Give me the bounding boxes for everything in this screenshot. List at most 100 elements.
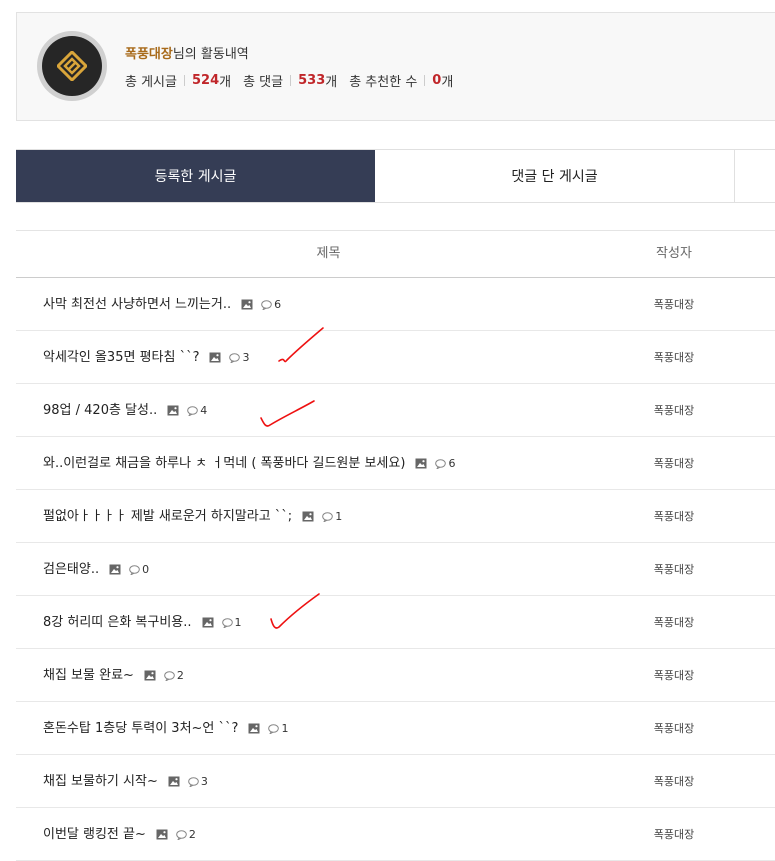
post-title-cell: 이번달 랭킹전 끝~ 2 (43, 808, 196, 861)
avatar-frame (42, 36, 102, 96)
post-title-cell: 검은태양.. 0 (43, 543, 149, 596)
post-title-cell: 펄없아ㅏㅏㅏㅏ 제발 새로운거 하지말라고 ``; 1 (43, 490, 342, 543)
post-title-link[interactable]: 사막 최전선 사냥하면서 느끼는거.. (43, 278, 231, 331)
comment-icon (229, 352, 241, 363)
author-cell[interactable]: 폭풍대장 (639, 596, 709, 649)
post-title-link[interactable]: 혼돈수탑 1층당 투력이 3처~언 ``? (43, 702, 238, 755)
post-title-link[interactable]: 채집 보물 완료~ (43, 649, 134, 702)
post-title-cell: 악세각인 올35면 평타침 ``? 3 (43, 331, 249, 384)
author-cell[interactable]: 폭풍대장 (639, 755, 709, 808)
column-header-title: 제목 (316, 246, 341, 261)
author-cell[interactable]: 폭풍대장 (639, 808, 709, 861)
comment-icon (322, 511, 334, 522)
likes-label: 총 추천한 수 (349, 75, 418, 90)
post-title-link[interactable]: 검은태양.. (43, 543, 99, 596)
tab-registered-posts[interactable]: 등록한 게시글 (16, 150, 375, 202)
comments-label: 총 댓글 (243, 75, 284, 90)
table-row[interactable]: 사막 최전선 사냥하면서 느끼는거.. 6 폭풍대장 (16, 278, 775, 331)
post-title-cell: 와..이런걸로 채금을 하루나 ㅊ ㅓ먹네 ( 폭풍바다 길드원분 보세요) 6 (43, 437, 455, 490)
comment-count: 1 (281, 722, 289, 735)
comment-count: 4 (200, 404, 208, 417)
author-cell[interactable]: 폭풍대장 (639, 437, 709, 490)
author-cell[interactable]: 폭풍대장 (639, 384, 709, 437)
image-icon (167, 405, 179, 416)
posts-unit: 개 (219, 75, 232, 90)
image-icon (156, 829, 168, 840)
likes-unit: 개 (441, 75, 454, 90)
comments-unit: 개 (325, 75, 338, 90)
author-cell[interactable]: 폭풍대장 (639, 331, 709, 384)
comment-count: 1 (234, 616, 242, 629)
comment-icon (261, 299, 272, 310)
likes-count: 0 (432, 73, 442, 88)
author-cell[interactable]: 폭풍대장 (639, 278, 709, 331)
post-title-cell: 사막 최전선 사냥하면서 느끼는거.. 6 (43, 278, 281, 331)
image-icon (209, 352, 221, 363)
table-row[interactable]: 이번달 랭킹전 끝~ 2 폭풍대장 (16, 808, 775, 861)
divider (183, 75, 185, 86)
comment-count: 3 (242, 351, 250, 364)
author-cell[interactable]: 폭풍대장 (639, 543, 709, 596)
table-row[interactable]: 채집 보물하기 시작~ 3 폭풍대장 (16, 755, 775, 808)
post-table: 제목 작성자 사막 최전선 사냥하면서 느끼는거.. 6 폭풍대장 악세각인 올35면… (16, 230, 775, 861)
post-title-cell: 98업 / 420층 달성.. 4 (43, 384, 207, 437)
profile-stats: 총 게시글 524 개 총 댓글 533 개 총 추천한 수 0개 (125, 71, 453, 90)
comment-count: 6 (274, 298, 282, 311)
table-row[interactable]: 8강 허리띠 은화 복구비용.. 1 폭풍대장 (16, 596, 775, 649)
comment-icon (221, 617, 233, 628)
post-title-link[interactable]: 채집 보물하기 시작~ (43, 755, 158, 808)
table-row[interactable]: 혼돈수탑 1층당 투력이 3처~언 ``? 1 폭풍대장 (16, 702, 775, 755)
posts-count: 524 (191, 73, 220, 88)
post-title-link[interactable]: 악세각인 올35면 평타침 ``? (43, 331, 199, 384)
image-icon (248, 723, 260, 734)
comment-count: 3 (200, 775, 208, 788)
post-title-cell: 채집 보물 완료~ 2 (43, 649, 184, 702)
image-icon (144, 670, 156, 681)
profile-box: 폭풍대장님의 활동내역 총 게시글 524 개 총 댓글 533 개 총 추천한 수… (16, 12, 775, 121)
author-cell[interactable]: 폭풍대장 (639, 649, 709, 702)
image-icon (415, 458, 427, 469)
table-row[interactable]: 와..이런걸로 채금을 하루나 ㅊ ㅓ먹네 ( 폭풍바다 길드원분 보세요) 6 폭… (16, 437, 775, 490)
tab-commented-posts[interactable]: 댓글 단 게시글 (375, 150, 735, 202)
avatar[interactable] (37, 31, 107, 101)
comment-count: 2 (188, 828, 196, 841)
table-body: 사막 최전선 사냥하면서 느끼는거.. 6 폭풍대장 악세각인 올35면 평타침 ``… (16, 278, 775, 861)
comment-count: 6 (448, 457, 456, 470)
table-row[interactable]: 98업 / 420층 달성.. 4 폭풍대장 (16, 384, 775, 437)
post-title-link[interactable]: 8강 허리띠 은화 복구비용.. (43, 596, 192, 649)
comment-count: 1 (335, 510, 343, 523)
author-cell[interactable]: 폭풍대장 (639, 702, 709, 755)
comment-icon (187, 405, 199, 416)
divider (424, 75, 426, 86)
guild-emblem-icon (57, 51, 87, 81)
column-header-author: 작성자 (656, 246, 692, 261)
posts-label: 총 게시글 (125, 75, 177, 90)
activity-tabs: 등록한 게시글 댓글 단 게시글 (16, 149, 775, 203)
image-icon (168, 776, 180, 787)
post-title-cell: 혼돈수탑 1층당 투력이 3처~언 ``? 1 (43, 702, 288, 755)
comment-icon (188, 776, 199, 787)
comment-count: 0 (142, 563, 150, 576)
author-cell[interactable]: 폭풍대장 (639, 490, 709, 543)
post-title-cell: 채집 보물하기 시작~ 3 (43, 755, 208, 808)
profile-name[interactable]: 폭풍대장 (125, 47, 173, 62)
comment-count: 2 (176, 669, 184, 682)
image-icon (109, 564, 121, 575)
table-row[interactable]: 펄없아ㅏㅏㅏㅏ 제발 새로운거 하지말라고 ``; 1 폭풍대장 (16, 490, 775, 543)
table-row[interactable]: 악세각인 올35면 평타침 ``? 3 폭풍대장 (16, 331, 775, 384)
table-row[interactable]: 채집 보물 완료~ 2 폭풍대장 (16, 649, 775, 702)
divider (290, 75, 292, 86)
image-icon (302, 511, 314, 522)
post-title-link[interactable]: 펄없아ㅏㅏㅏㅏ 제발 새로운거 하지말라고 ``; (43, 490, 292, 543)
image-icon (202, 617, 214, 628)
post-title-cell: 8강 허리띠 은화 복구비용.. 1 (43, 596, 242, 649)
comment-icon (164, 670, 175, 681)
table-header: 제목 작성자 (16, 230, 775, 278)
table-row[interactable]: 검은태양.. 0 폭풍대장 (16, 543, 775, 596)
post-title-link[interactable]: 와..이런걸로 채금을 하루나 ㅊ ㅓ먹네 ( 폭풍바다 길드원분 보세요) (43, 437, 405, 490)
post-title-link[interactable]: 98업 / 420층 달성.. (43, 384, 157, 437)
comment-icon (176, 829, 187, 840)
post-title-link[interactable]: 이번달 랭킹전 끝~ (43, 808, 146, 861)
profile-heading-suffix: 님의 활동내역 (172, 47, 249, 62)
profile-heading: 폭풍대장님의 활동내역 (125, 43, 249, 62)
